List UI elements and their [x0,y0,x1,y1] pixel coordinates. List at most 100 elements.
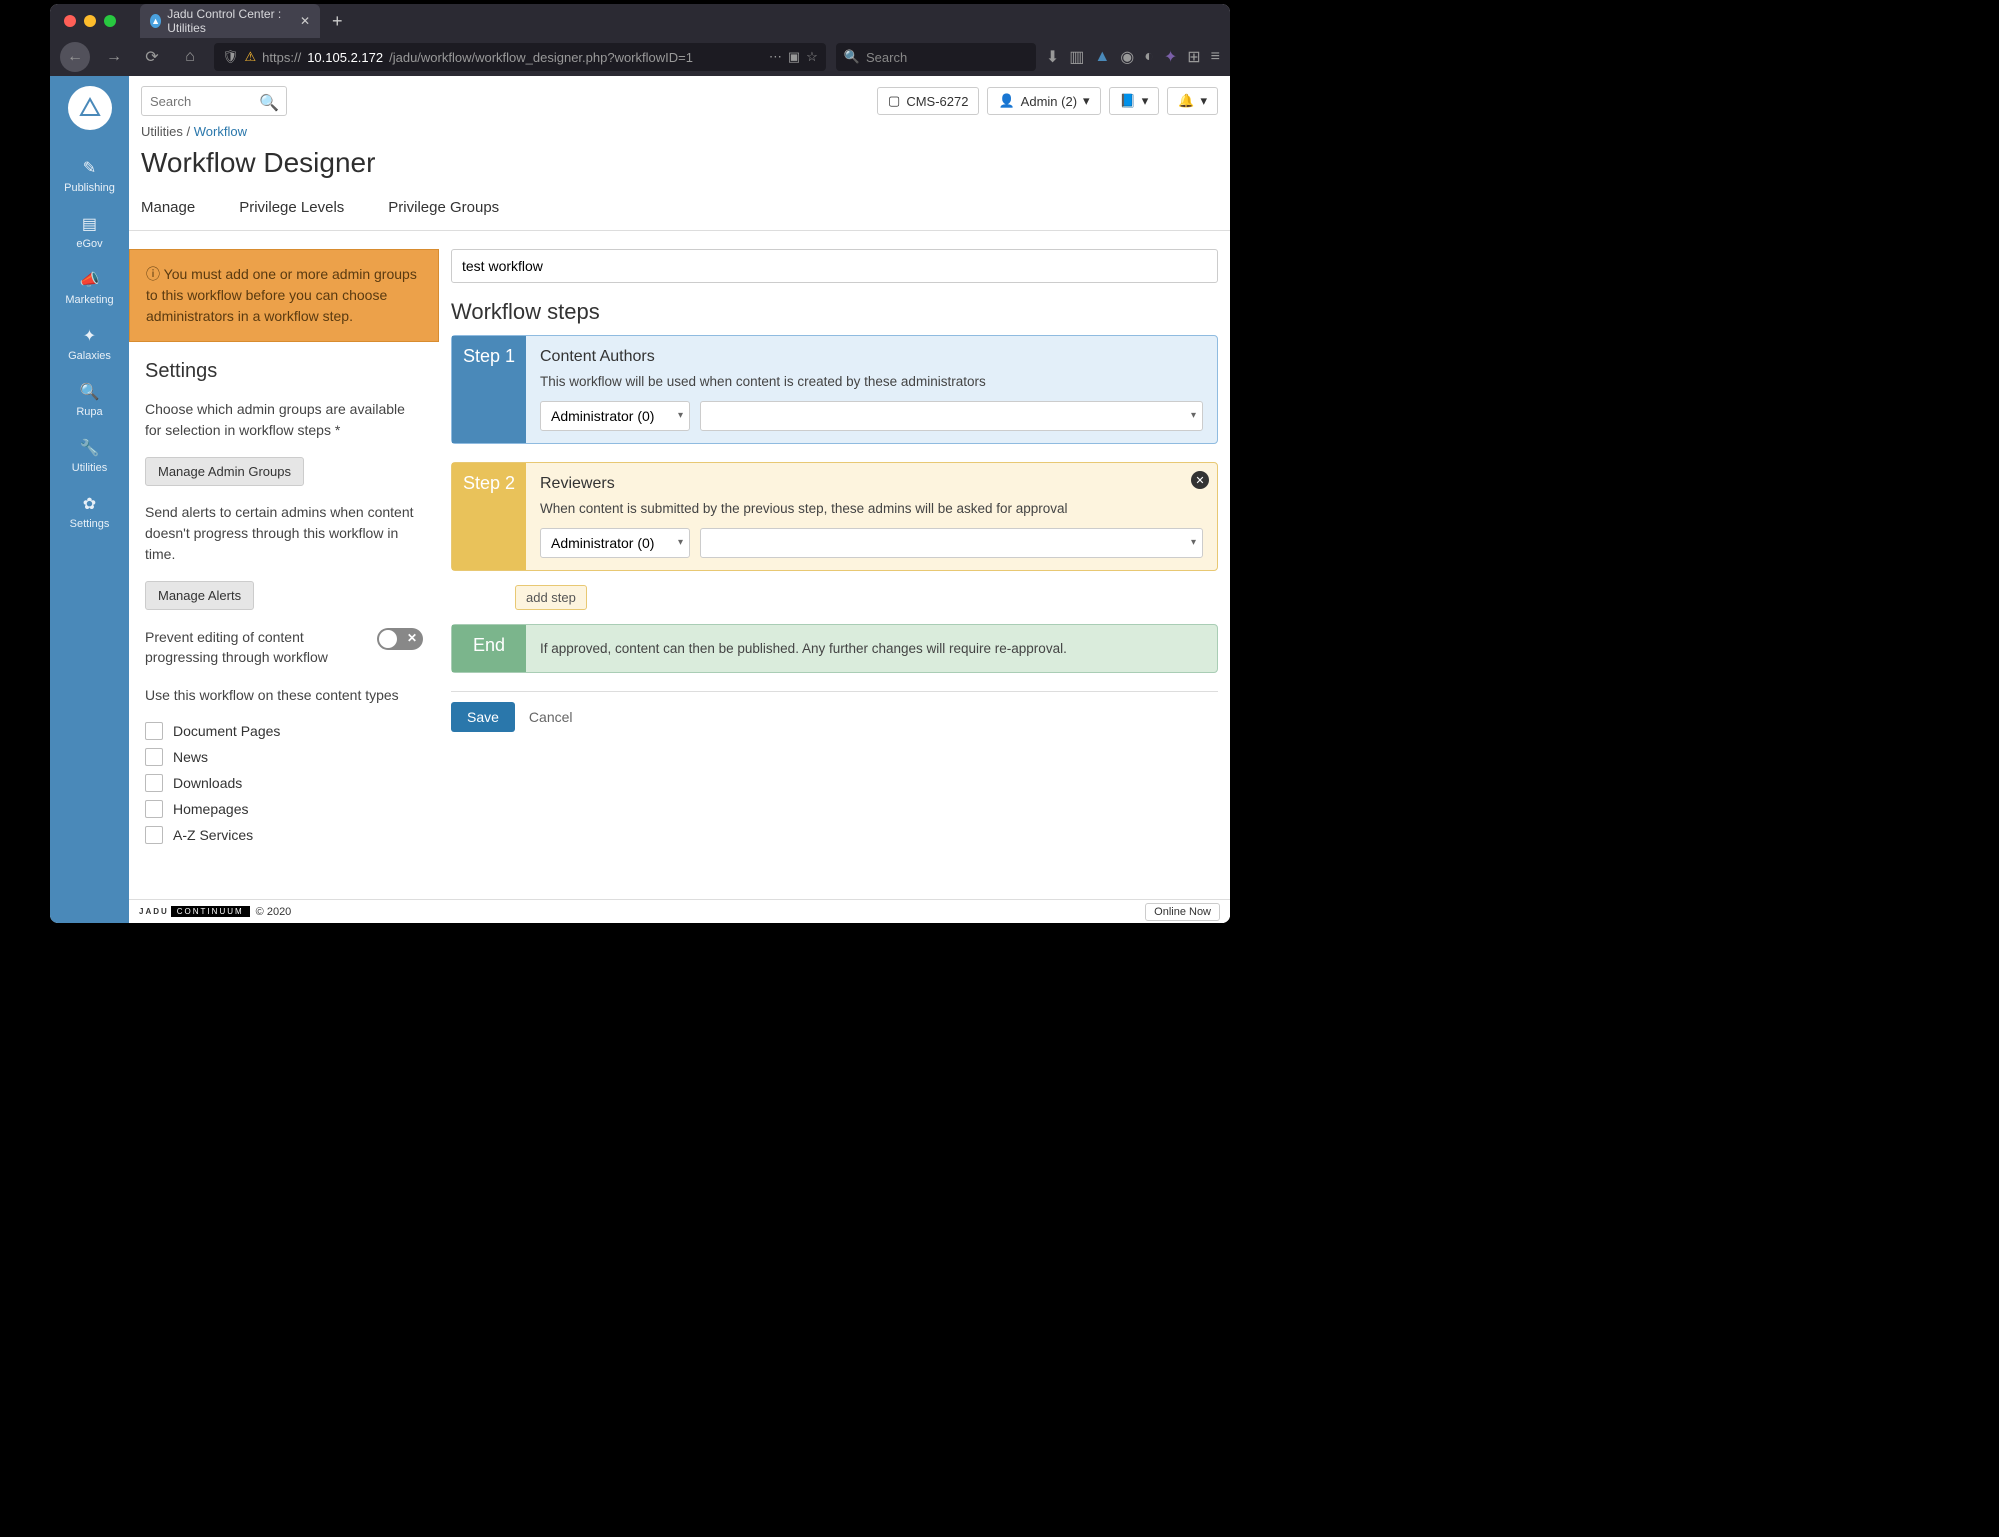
workflow-name-input[interactable] [451,249,1218,283]
cancel-link[interactable]: Cancel [529,709,573,725]
browser-tabbar: ▲ Jadu Control Center : Utilities ✕ + [50,4,1230,38]
megaphone-icon: 📣 [65,270,113,290]
step-1: Step 1 Content Authors This workflow wil… [451,335,1218,444]
search-icon: 🔍 [76,382,102,402]
breadcrumb: Utilities / Workflow [129,120,1230,139]
notifications-button[interactable]: 🔔▾ [1167,87,1218,115]
bookmark-icon[interactable]: ☆ [806,49,818,65]
lock-warning-icon: ⚠ [245,49,257,65]
home-button[interactable]: ⌂ [176,43,204,71]
reader-icon[interactable]: ▣ [788,49,800,65]
divider [451,691,1218,692]
forward-button: → [100,43,128,71]
list-item: A-Z Services [173,827,253,843]
step-end-label: End [452,625,526,672]
checkbox-news[interactable] [145,748,163,766]
minimize-window-icon[interactable] [84,15,96,27]
prevent-editing-label: Prevent editing of content progressing t… [145,628,369,667]
extension-icon[interactable]: ▲ [1094,48,1110,66]
url-more-icon[interactable]: ⋯ [769,49,782,65]
list-item: Document Pages [173,723,280,739]
footer-brand: JADU [139,907,169,916]
search-icon[interactable]: 🔍 [259,93,279,113]
step-2-admin-select[interactable]: ▾ [700,528,1203,558]
address-bar[interactable]: 🛡 ⚠ https://10.105.2.172/jadu/workflow/w… [214,43,826,71]
remove-step-button[interactable]: ✕ [1191,471,1209,489]
tab-privilege-groups[interactable]: Privilege Groups [388,189,499,230]
close-tab-icon[interactable]: ✕ [300,14,310,28]
add-step-button[interactable]: add step [515,585,587,610]
checkbox-az-services[interactable] [145,826,163,844]
tab-title: Jadu Control Center : Utilities [167,7,292,35]
bookmark-icon: ▢ [888,93,900,109]
breadcrumb-root: Utilities [141,124,183,139]
checkbox-downloads[interactable] [145,774,163,792]
browser-tab[interactable]: ▲ Jadu Control Center : Utilities ✕ [140,4,320,38]
zoom-window-icon[interactable] [104,15,116,27]
checkbox-homepages[interactable] [145,800,163,818]
tab-manage[interactable]: Manage [141,189,195,230]
chevron-down-icon: ▾ [1191,537,1196,548]
cms-badge-button[interactable]: ▢CMS-6272 [877,87,979,115]
step-2-title: Reviewers [540,475,1203,493]
sidebar-item-marketing[interactable]: 📣Marketing [65,270,113,306]
url-path: /jadu/workflow/workflow_designer.php?wor… [389,50,693,65]
online-now-button[interactable]: Online Now [1145,903,1220,921]
manage-alerts-button[interactable]: Manage Alerts [145,581,254,610]
list-item: Homepages [173,801,249,817]
page-title: Workflow Designer [129,139,1230,189]
extension2-icon[interactable]: ◐ [1144,48,1154,66]
bell-icon: 🔔 [1178,93,1194,109]
favicon-icon: ▲ [150,14,161,28]
footer-product: CONTINUUM [171,906,250,917]
admin-menu-button[interactable]: 👤Admin (2)▾ [987,87,1100,115]
step-1-admin-select[interactable]: ▾ [700,401,1203,431]
book-icon: 📘 [1120,93,1136,109]
save-button[interactable]: Save [451,702,515,732]
new-tab-button[interactable]: + [320,11,355,32]
chevron-down-icon: ▾ [1083,93,1090,109]
footer: JADU CONTINUUM © 2020 Online Now [129,899,1230,923]
search-icon: 🔍 [844,49,860,65]
settings-alerts-help: Send alerts to certain admins when conte… [129,494,439,573]
sidebar-item-utilities[interactable]: 🔧Utilities [72,438,107,474]
browser-toolbar: ← → ⟳ ⌂ 🛡 ⚠ https://10.105.2.172/jadu/wo… [50,38,1230,76]
manage-admin-groups-button[interactable]: Manage Admin Groups [145,457,304,486]
url-prefix: https:// [262,50,301,65]
chevron-down-icon: ▾ [1142,93,1149,109]
sidebar-item-rupa[interactable]: 🔍Rupa [76,382,102,418]
workflow-steps-heading: Workflow steps [451,299,1218,325]
overflow-icon[interactable]: ⊞ [1187,47,1200,67]
hamburger-icon[interactable]: ≡ [1211,48,1220,66]
shield-icon: 🛡 [222,49,239,65]
chevron-down-icon: ▾ [678,410,683,421]
tab-privilege-levels[interactable]: Privilege Levels [239,189,344,230]
extension3-icon[interactable]: ✦ [1164,47,1177,67]
network-icon: ✦ [68,326,111,346]
step-1-title: Content Authors [540,348,1203,366]
sidebar-item-settings[interactable]: ✿Settings [70,494,110,530]
breadcrumb-link[interactable]: Workflow [194,124,247,139]
step-2-group-select[interactable]: Administrator (0)▾ [540,528,690,558]
step-1-label: Step 1 [452,336,526,443]
browser-search[interactable]: 🔍 Search [836,43,1036,71]
settings-groups-help: Choose which admin groups are available … [129,391,439,449]
app-logo[interactable] [68,86,112,130]
sidebar-item-publishing[interactable]: ✎Publishing [64,158,115,194]
back-button[interactable]: ← [60,42,90,72]
step-end: End If approved, content can then be pub… [451,624,1218,673]
checkbox-document-pages[interactable] [145,722,163,740]
sidebar-item-galaxies[interactable]: ✦Galaxies [68,326,111,362]
book-menu-button[interactable]: 📘▾ [1109,87,1160,115]
prevent-editing-toggle[interactable]: ✕ [377,628,423,650]
step-end-desc: If approved, content can then be publish… [540,641,1203,656]
sidebar-item-egov[interactable]: ▤eGov [76,214,102,250]
reload-button[interactable]: ⟳ [138,43,166,71]
account-icon[interactable]: ◉ [1120,47,1134,67]
page-icon: ▤ [76,214,102,234]
step-1-group-select[interactable]: Administrator (0)▾ [540,401,690,431]
close-window-icon[interactable] [64,15,76,27]
chevron-down-icon: ▾ [1191,410,1196,421]
download-icon[interactable]: ⬇ [1046,47,1059,67]
library-icon[interactable]: ▥ [1069,47,1084,67]
